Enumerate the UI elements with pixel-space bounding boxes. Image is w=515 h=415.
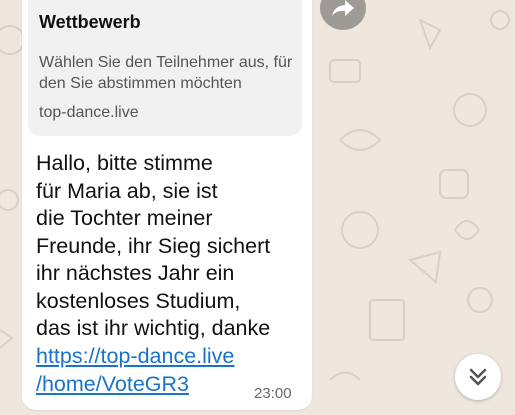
- message-line: kostenloses Studium,: [36, 288, 241, 313]
- link-preview-title: Wettbewerb: [39, 12, 141, 32]
- double-chevron-down-icon: [469, 368, 487, 386]
- message-timestamp: 23:00: [254, 385, 292, 402]
- message-line: Hallo, bitte stimme: [36, 151, 213, 175]
- message-link-line1[interactable]: https://top-dance.live: [36, 343, 234, 371]
- scroll-to-bottom-button[interactable]: [455, 354, 501, 400]
- message-text: Hallo, bitte stimme für Maria ab, sie is…: [36, 150, 308, 343]
- message-line: ihr nächstes Jahr ein: [36, 261, 235, 285]
- message-link[interactable]: https://top-dance.live /home/VoteGR3: [36, 343, 234, 398]
- link-preview-domain: top-dance.live: [39, 104, 139, 121]
- message-link-line2[interactable]: /home/VoteGR3: [36, 371, 234, 399]
- link-preview-description: Wählen Sie den Teilnehmer aus, für den S…: [39, 54, 293, 92]
- forward-icon: [332, 0, 354, 16]
- message-line: das ist ihr wichtig, danke: [36, 316, 271, 340]
- message-line: für Maria ab, sie ist: [36, 178, 218, 203]
- message-line: die Tochter meiner: [36, 206, 213, 230]
- message-line: Freunde, ihr Sieg sichert: [36, 233, 271, 258]
